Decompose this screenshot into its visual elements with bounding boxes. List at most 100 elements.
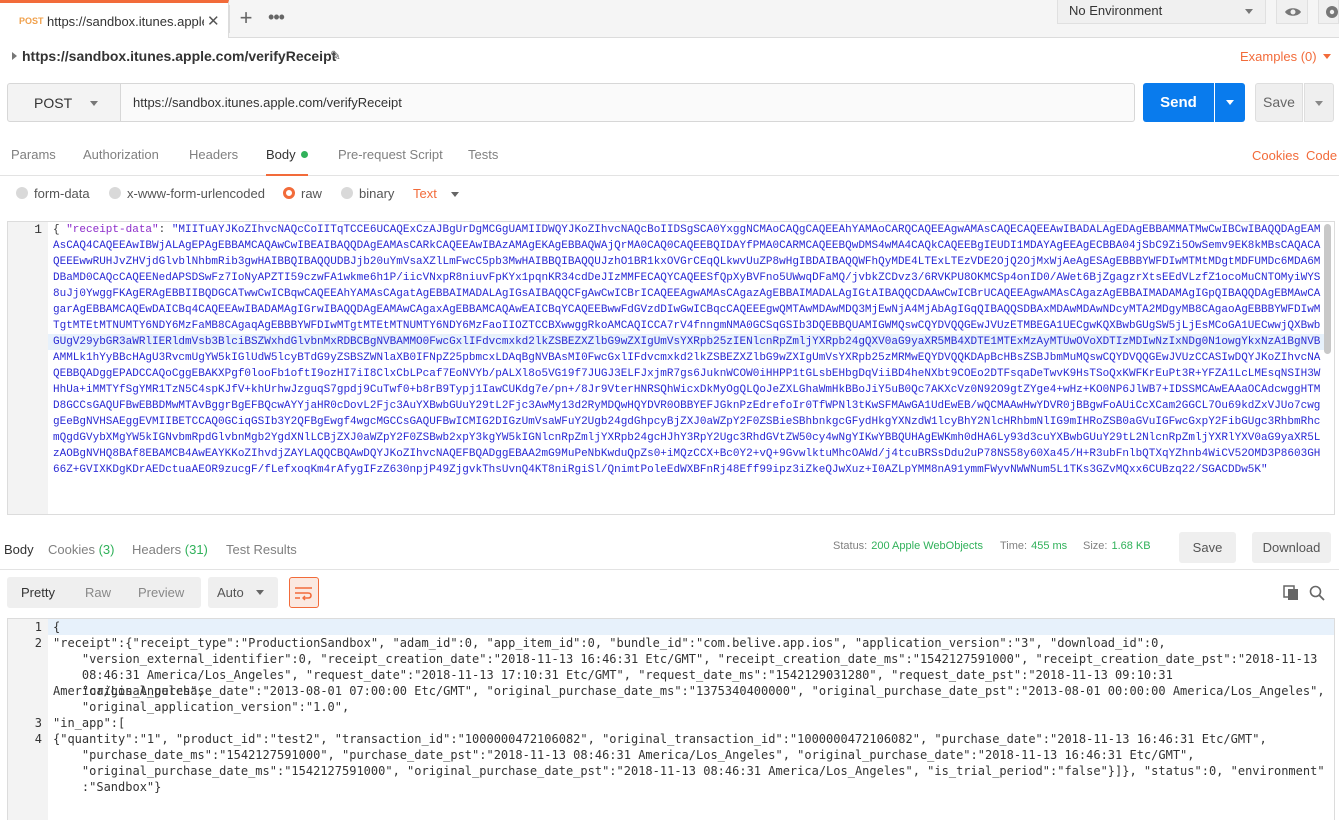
code-line: "purchase_date_ms":"1542127591000", "pur… (53, 748, 1195, 762)
code-line: { (53, 620, 61, 634)
format-value: Auto (217, 585, 244, 600)
method-select[interactable]: POST (7, 83, 121, 122)
manage-environments-button[interactable] (1318, 0, 1339, 24)
chevron-down-icon (256, 590, 264, 595)
code-line: "receipt":{"receipt_type":"ProductionSan… (53, 636, 1166, 650)
gear-icon (1326, 6, 1338, 18)
size-label: Size: (1083, 540, 1108, 552)
tab-test-results[interactable]: Test Results (226, 542, 297, 557)
search-icon[interactable] (1309, 585, 1325, 601)
line-number-gutter: 1 (8, 222, 48, 514)
chevron-down-icon (1245, 9, 1253, 14)
line-number: 1 (34, 222, 42, 237)
response-body-viewer[interactable]: 1 2 3 4 { "receipt":{"receipt_type":"Pro… (7, 618, 1335, 820)
view-mode-segment: Pretty Raw Preview (7, 577, 201, 608)
environment-quick-look-button[interactable] (1276, 0, 1308, 24)
tab-authorization[interactable]: Authorization (83, 147, 159, 162)
code-line: "original_purchase_date_ms":"15421275910… (53, 764, 1325, 778)
radio-circle (109, 187, 121, 199)
radio-raw-label: raw (301, 186, 322, 201)
send-button[interactable]: Send (1143, 83, 1214, 122)
view-pretty[interactable]: Pretty (21, 585, 55, 600)
code-colon: : (158, 224, 172, 236)
size-value: 1.68 KB (1111, 540, 1151, 552)
code-line: "version_external_identifier":0, "receip… (53, 652, 1318, 666)
request-name: https://sandbox.itunes.apple.com/verifyR… (22, 48, 337, 64)
tab-tests[interactable]: Tests (468, 147, 498, 162)
cookies-link[interactable]: Cookies (1252, 148, 1299, 163)
radio-circle-selected (283, 187, 295, 199)
content-type-select[interactable]: Text (413, 186, 459, 201)
line-number: 1 (34, 620, 42, 634)
code-key: "receipt-data" (66, 224, 159, 236)
plus-icon[interactable]: + (234, 7, 258, 31)
tab-divider (229, 5, 230, 33)
tab-response-cookies-label: Cookies (48, 542, 95, 557)
request-name-row: https://sandbox.itunes.apple.com/verifyR… (0, 38, 1339, 74)
environment-select-value: No Environment (1069, 3, 1163, 18)
chevron-down-icon (1315, 101, 1323, 106)
more-icon[interactable]: ••• (264, 7, 288, 31)
editor-scrollbar[interactable] (1324, 224, 1331, 354)
close-icon[interactable]: ✕ (207, 12, 220, 30)
chevron-right-icon[interactable] (12, 52, 17, 60)
tab-response-headers[interactable]: Headers (31) (132, 542, 208, 557)
tab-response-body[interactable]: Body (4, 542, 34, 557)
tab-prerequest-script[interactable]: Pre-request Script (338, 147, 443, 162)
code-value: "MIITuAYJKoZIhvcNAQcCoIITqTCCE6UCAQExCzA… (53, 224, 1321, 476)
wrap-lines-button[interactable] (289, 577, 319, 608)
response-time: Time: 455 ms (1000, 540, 1067, 552)
send-options-button[interactable] (1215, 83, 1245, 122)
download-button[interactable]: Download (1252, 532, 1331, 563)
save-response-button[interactable]: Save (1179, 532, 1236, 563)
chevron-down-icon (1322, 54, 1331, 59)
radio-form-data-label: form-data (34, 186, 90, 201)
tab-headers[interactable]: Headers (189, 147, 238, 162)
wrap-icon (295, 587, 312, 601)
time-label: Time: (1000, 540, 1028, 552)
status-label: Status: (833, 540, 868, 552)
radio-urlencoded-label: x-www-form-urlencoded (127, 186, 265, 201)
request-body-editor[interactable]: 1 { "receipt-data": "MIITuAYJKoZIhvcNAQc… (7, 221, 1335, 515)
request-tabs: Params Authorization Headers Body Pre-re… (0, 136, 1339, 176)
radio-circle (341, 187, 353, 199)
save-options-button[interactable] (1304, 83, 1334, 122)
body-indicator-dot (300, 151, 308, 158)
response-status: Status: 200 Apple WebObjects (833, 540, 983, 552)
method-value: POST (34, 95, 73, 111)
tab-params[interactable]: Params (11, 147, 56, 162)
tab-response-cookies[interactable]: Cookies (3) (48, 542, 114, 557)
environment-select[interactable]: No Environment (1057, 0, 1266, 24)
eye-icon (1285, 8, 1301, 16)
body-type-options: form-data x-www-form-urlencoded raw bina… (0, 182, 1339, 206)
examples-dropdown[interactable]: Examples (0) (1240, 49, 1331, 64)
save-button[interactable]: Save (1255, 83, 1303, 122)
code-line: "original_purchase_date":"2013-08-01 07:… (53, 684, 1325, 698)
request-tab-title: https://sandbox.itunes.apple.c (47, 14, 204, 29)
radio-binary-label: binary (359, 186, 395, 201)
time-value: 455 ms (1031, 540, 1068, 552)
request-tab-method: POST (19, 16, 44, 26)
code-line: "original_application_version":"1.0", (53, 700, 350, 714)
tab-body-label: Body (266, 147, 296, 162)
chevron-down-icon (90, 101, 98, 106)
code-link[interactable]: Code (1306, 148, 1337, 163)
request-body-code: { "receipt-data": "MIITuAYJKoZIhvcNAQcCo… (53, 222, 1323, 478)
response-tabs: Body Cookies (3) Headers (31) Test Resul… (0, 530, 1339, 570)
edit-icon[interactable]: ✎ (330, 48, 341, 64)
examples-label: Examples (0) (1240, 49, 1317, 64)
tab-body[interactable]: Body (266, 147, 308, 176)
response-view-controls: Pretty Raw Preview Auto (0, 576, 1339, 612)
code-line: :"Sandbox"} (53, 780, 162, 794)
line-number: 2 (34, 636, 42, 650)
headers-count: (31) (184, 542, 208, 557)
view-preview[interactable]: Preview (138, 585, 184, 600)
request-tab[interactable]: POST https://sandbox.itunes.apple.c ✕ (0, 0, 229, 38)
copy-icon[interactable] (1283, 585, 1299, 601)
format-select[interactable]: Auto (208, 577, 278, 608)
line-number: 4 (34, 732, 42, 746)
view-raw[interactable]: Raw (85, 585, 111, 600)
line-number-gutter: 1 2 3 4 (8, 619, 48, 820)
url-input[interactable] (121, 83, 1135, 122)
code-line: "in_app":[ (53, 716, 126, 730)
